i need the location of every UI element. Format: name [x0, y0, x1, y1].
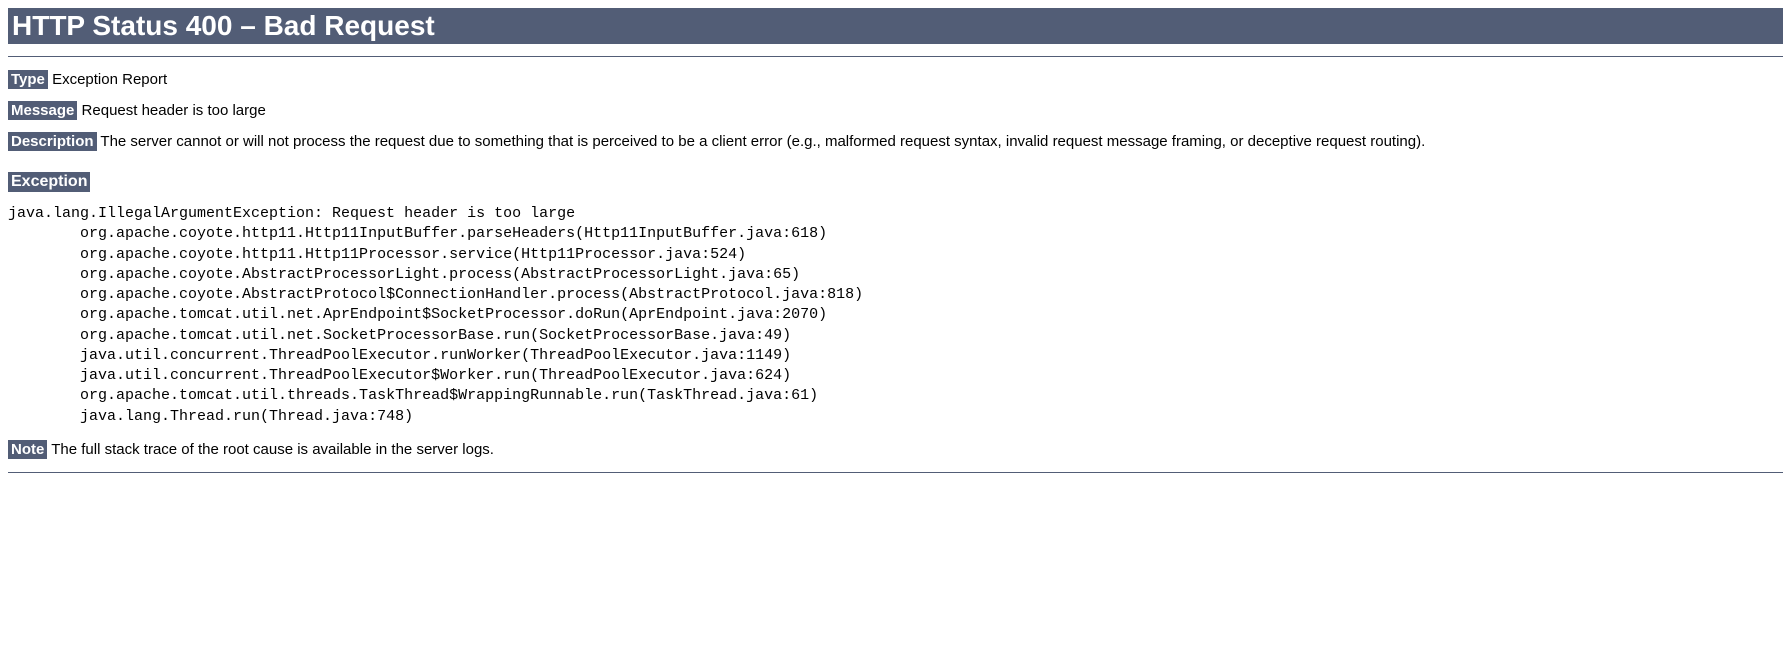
description-value: The server cannot or will not process th… [100, 133, 1425, 150]
stack-trace: java.lang.IllegalArgumentException: Requ… [8, 204, 1783, 427]
description-label: Description [8, 132, 97, 151]
type-label: Type [8, 70, 48, 89]
message-value: Request header is too large [82, 102, 266, 119]
page-title: HTTP Status 400 – Bad Request [8, 8, 1783, 44]
message-label: Message [8, 101, 77, 120]
divider-top [8, 56, 1783, 57]
note-value: The full stack trace of the root cause i… [51, 441, 494, 458]
type-value: Exception Report [52, 71, 167, 88]
note-label: Note [8, 440, 47, 459]
type-line: Type Exception Report [8, 69, 1783, 90]
message-line: Message Request header is too large [8, 100, 1783, 121]
divider-bottom [8, 472, 1783, 473]
note-line: Note The full stack trace of the root ca… [8, 439, 1783, 460]
description-line: Description The server cannot or will no… [8, 131, 1783, 152]
exception-heading: Exception [8, 172, 90, 192]
